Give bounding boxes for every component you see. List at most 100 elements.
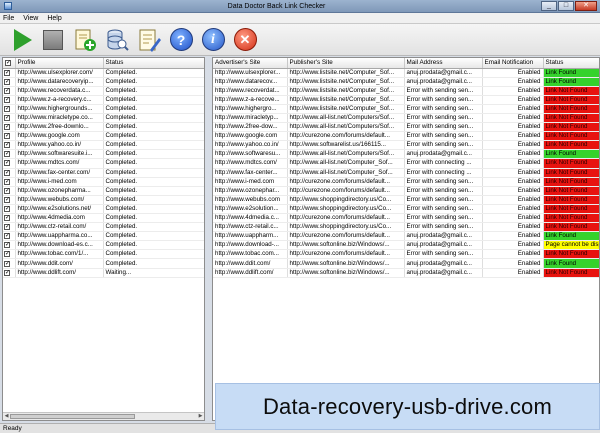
- result-row[interactable]: http://www.2free-dow... http://www.all-li…: [213, 122, 599, 133]
- result-row[interactable]: http://www.google.com http://curezone.com…: [213, 131, 599, 142]
- row-checkbox[interactable]: ✓: [4, 96, 10, 103]
- row-checkbox-cell[interactable]: ✓: [3, 240, 16, 251]
- profile-row[interactable]: ✓ http://www.highergrounds... Completed.: [3, 104, 204, 114]
- row-checkbox[interactable]: ✓: [4, 196, 10, 203]
- profile-row[interactable]: ✓ http://www.ddlift.com/Waiting...: [3, 268, 204, 278]
- row-checkbox-cell[interactable]: ✓: [3, 131, 16, 142]
- scroll-thumb[interactable]: [10, 414, 135, 419]
- result-row[interactable]: http://www.z-a-recove... http://www.lists…: [213, 95, 599, 105]
- result-row[interactable]: http://www.ddit.com/http://www.softonlin…: [213, 258, 599, 269]
- profile-row[interactable]: ✓ http://www.softwaresuite.i... Completed.: [3, 149, 204, 160]
- result-row[interactable]: http://www.download-... http://www.softon…: [213, 240, 599, 251]
- row-checkbox-cell[interactable]: ✓: [3, 113, 16, 124]
- profile-horizontal-scrollbar[interactable]: ◀ ▶: [3, 412, 204, 420]
- close-button[interactable]: ✕: [575, 1, 597, 11]
- notification-column-header[interactable]: Email Notification: [482, 58, 544, 69]
- row-checkbox[interactable]: ✓: [4, 224, 10, 231]
- row-checkbox[interactable]: ✓: [4, 78, 10, 85]
- row-checkbox-cell[interactable]: ✓: [3, 77, 16, 87]
- scroll-right-icon[interactable]: ▶: [197, 413, 204, 420]
- row-checkbox[interactable]: ✓: [4, 115, 10, 122]
- result-row[interactable]: http://www.ulsexplorer... http://www.list…: [213, 68, 599, 78]
- result-row[interactable]: http://www.ozonephar... http://curezone.c…: [213, 186, 599, 196]
- row-checkbox-cell[interactable]: ✓: [3, 86, 16, 96]
- row-checkbox[interactable]: ✓: [4, 151, 10, 158]
- result-row[interactable]: http://www.fax-center... http://www.all-l…: [213, 168, 599, 178]
- scroll-left-icon[interactable]: ◀: [3, 413, 10, 420]
- info-button[interactable]: i: [200, 27, 226, 53]
- status-column-header[interactable]: Status: [103, 58, 204, 69]
- profile-row[interactable]: ✓ http://www.download-es.c... Completed.: [3, 240, 204, 251]
- row-checkbox[interactable]: ✓: [4, 187, 10, 194]
- add-url-button[interactable]: [72, 27, 98, 53]
- publisher-column-header[interactable]: Publisher's Site: [287, 58, 405, 69]
- row-checkbox-cell[interactable]: ✓: [3, 213, 16, 224]
- profile-row[interactable]: ✓ http://www.datarecoveryip... Completed.: [3, 77, 204, 87]
- row-checkbox[interactable]: ✓: [4, 215, 10, 222]
- profile-row[interactable]: ✓ http://www.4dmedia.com Completed.: [3, 213, 204, 224]
- row-checkbox[interactable]: ✓: [4, 178, 10, 185]
- minimize-button[interactable]: _: [541, 1, 557, 11]
- mail-column-header[interactable]: Mail Address: [404, 58, 483, 69]
- row-checkbox[interactable]: ✓: [4, 205, 10, 212]
- result-row[interactable]: http://www.e2solution... http://www.shopp…: [213, 204, 599, 215]
- row-checkbox[interactable]: ✓: [4, 87, 10, 94]
- row-checkbox[interactable]: ✓: [4, 169, 10, 176]
- panel-splitter[interactable]: [205, 57, 212, 421]
- row-checkbox[interactable]: ✓: [4, 233, 10, 240]
- row-checkbox[interactable]: ✓: [4, 69, 10, 76]
- row-checkbox-cell[interactable]: ✓: [3, 149, 16, 160]
- report-button[interactable]: [136, 27, 162, 53]
- profile-column-header[interactable]: Profile: [15, 58, 104, 69]
- profile-row[interactable]: ✓ http://www.ddit.com/Completed.: [3, 258, 204, 269]
- result-row[interactable]: http://www.miracletyp... http://www.all-l…: [213, 113, 599, 124]
- result-row[interactable]: http://www.ctz-retail.c... http://www.sho…: [213, 222, 599, 233]
- profile-row[interactable]: ✓ http://www.ulsexplorer.com/Completed.: [3, 68, 204, 78]
- row-checkbox-cell[interactable]: ✓: [3, 222, 16, 233]
- row-checkbox-cell[interactable]: ✓: [3, 122, 16, 133]
- row-checkbox-cell[interactable]: ✓: [3, 231, 16, 242]
- profile-row[interactable]: ✓ http://www.e2solutions.net/Completed.: [3, 204, 204, 215]
- result-row[interactable]: http://www.4dmedia.c... http://curezone.c…: [213, 213, 599, 224]
- row-checkbox[interactable]: ✓: [4, 160, 10, 167]
- row-checkbox[interactable]: ✓: [4, 133, 10, 140]
- profile-row[interactable]: ✓ http://www.webubs.com/Completed.: [3, 195, 204, 205]
- row-checkbox-cell[interactable]: ✓: [3, 95, 16, 105]
- profile-row[interactable]: ✓ http://www.google.com Completed.: [3, 131, 204, 142]
- row-checkbox[interactable]: ✓: [4, 260, 10, 267]
- profile-row[interactable]: ✓ http://www.tobac.com/1/... Completed.: [3, 249, 204, 260]
- row-checkbox-cell[interactable]: ✓: [3, 158, 16, 169]
- result-row[interactable]: http://www.yahoo.co.in/http://www.softwa…: [213, 140, 599, 151]
- profile-row[interactable]: ✓ http://www.mdtcs.com/Completed.: [3, 158, 204, 169]
- menu-help[interactable]: Help: [47, 15, 61, 22]
- maximize-button[interactable]: □: [558, 1, 574, 11]
- result-row[interactable]: http://www.datarecov... http://www.listsi…: [213, 77, 599, 87]
- advertiser-column-header[interactable]: Advertiser's Site: [213, 58, 288, 69]
- row-checkbox-cell[interactable]: ✓: [3, 195, 16, 205]
- profile-row[interactable]: ✓ http://www.2free-downlo... Completed.: [3, 122, 204, 133]
- database-button[interactable]: [104, 27, 130, 53]
- row-checkbox[interactable]: ✓: [4, 251, 10, 258]
- help-button[interactable]: ?: [168, 27, 194, 53]
- exit-button[interactable]: ✕: [232, 27, 258, 53]
- result-row[interactable]: http://www.uappharm... http://curezone.co…: [213, 231, 599, 242]
- row-checkbox-cell[interactable]: ✓: [3, 68, 16, 78]
- profile-row[interactable]: ✓ http://www.fax-center.com/Completed.: [3, 168, 204, 178]
- row-checkbox-cell[interactable]: ✓: [3, 204, 16, 215]
- row-checkbox-cell[interactable]: ✓: [3, 268, 16, 278]
- stop-button[interactable]: [40, 27, 66, 53]
- result-status-column-header[interactable]: Status: [543, 58, 599, 69]
- result-row[interactable]: http://www.softwaresu... http://www.all-l…: [213, 149, 599, 160]
- result-row[interactable]: http://www.highergro... http://www.listsi…: [213, 104, 599, 114]
- profile-row[interactable]: ✓ http://www.ozonepharma... Completed.: [3, 186, 204, 196]
- row-checkbox-cell[interactable]: ✓: [3, 104, 16, 114]
- profile-row[interactable]: ✓ http://www.yahoo.co.in/Completed.: [3, 140, 204, 151]
- result-row[interactable]: http://www.webubs.com http://www.shopping…: [213, 195, 599, 205]
- row-checkbox-cell[interactable]: ✓: [3, 168, 16, 178]
- profile-row[interactable]: ✓ http://www.miracletype.co... Completed.: [3, 113, 204, 124]
- row-checkbox[interactable]: ✓: [4, 124, 10, 131]
- select-all-checkbox[interactable]: ✓: [5, 60, 11, 67]
- row-checkbox-cell[interactable]: ✓: [3, 177, 16, 187]
- result-row[interactable]: http://www.i-med.com http://curezone.com/…: [213, 177, 599, 187]
- profile-row[interactable]: ✓ http://www.ctz-retail.com/Completed.: [3, 222, 204, 233]
